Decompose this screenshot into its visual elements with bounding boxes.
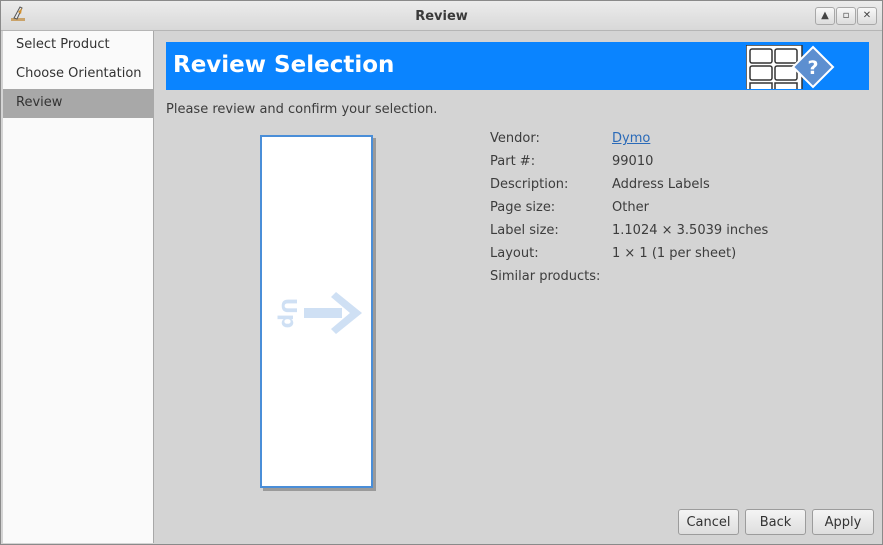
part-value: 99010 [612, 154, 654, 169]
label-size-value: 1.1024 × 3.5039 inches [612, 223, 769, 238]
vendor-label: Vendor: [490, 131, 540, 146]
page-banner: Review Selection ? [166, 42, 869, 90]
window-title: Review [415, 9, 468, 24]
step-choose-orientation[interactable]: Choose Orientation [3, 60, 153, 89]
page-title: Review Selection [173, 52, 395, 78]
page-size-value: Other [612, 200, 649, 215]
title-bar[interactable]: Review ▲ ▫ ✕ [1, 1, 882, 31]
label-grid-help-icon: ? [746, 45, 835, 89]
close-icon[interactable]: ✕ [857, 7, 877, 25]
layout-label: Layout: [490, 246, 539, 261]
review-dialog: Review ▲ ▫ ✕ Select Product Choose Orien… [0, 0, 883, 545]
page-size-label: Page size: [490, 200, 556, 215]
label-size-label: Label size: [490, 223, 559, 238]
layout-value: 1 × 1 (1 per sheet) [612, 246, 737, 261]
wizard-steps: Select Product Choose Orientation Review [3, 31, 154, 543]
apply-button[interactable]: Apply [812, 509, 874, 535]
vendor-link[interactable]: Dymo [612, 131, 650, 146]
step-select-product[interactable]: Select Product [3, 31, 153, 60]
description-value: Address Labels [612, 177, 710, 192]
label-preview: Up [260, 135, 373, 488]
similar-products-label: Similar products: [490, 269, 601, 284]
cancel-button[interactable]: Cancel [678, 509, 739, 535]
restore-icon[interactable]: ▫ [836, 7, 856, 25]
back-button[interactable]: Back [745, 509, 806, 535]
instructions-text: Please review and confirm your selection… [166, 102, 438, 117]
part-label: Part #: [490, 154, 536, 169]
orientation-label: Up [277, 298, 301, 329]
orientation-arrow-icon: Up [277, 292, 362, 334]
maximize-icon[interactable]: ▲ [815, 7, 835, 25]
description-label: Description: [490, 177, 569, 192]
step-review[interactable]: Review [3, 89, 153, 118]
svg-text:?: ? [807, 57, 818, 79]
